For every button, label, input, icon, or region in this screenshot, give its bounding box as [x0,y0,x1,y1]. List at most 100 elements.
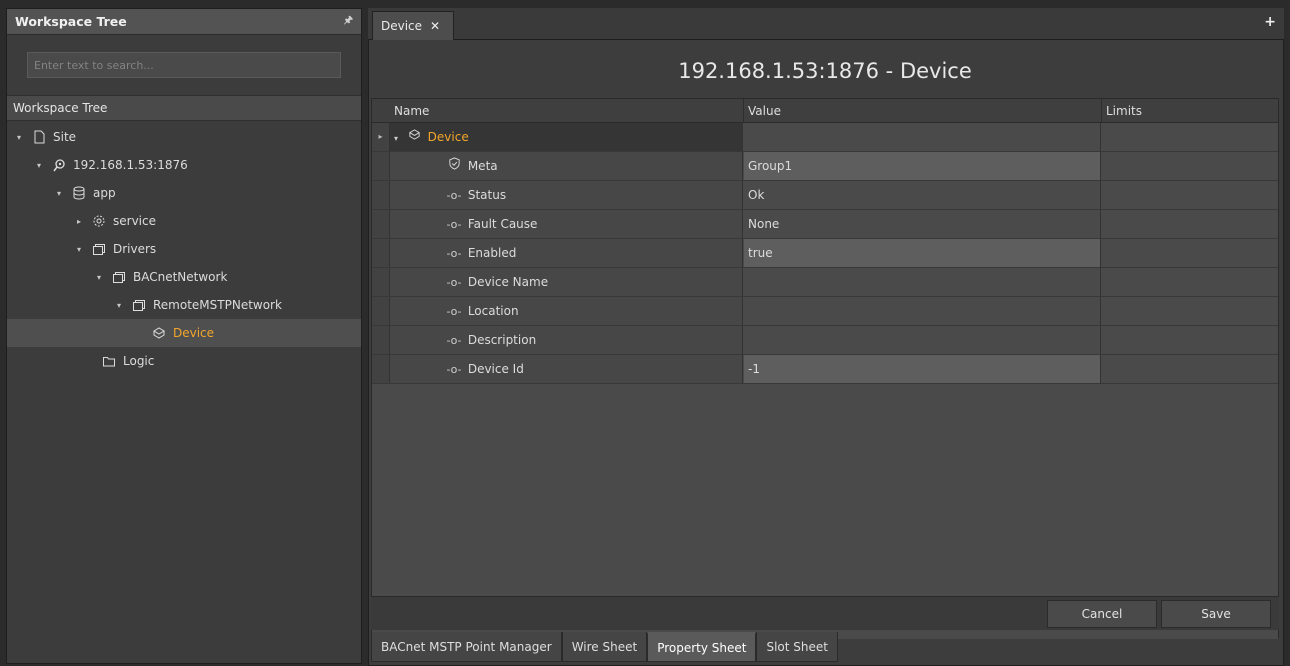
value-cell[interactable]: true [744,239,1101,267]
table-row[interactable]: -o- Status Ok [372,181,1278,210]
expand-arrow-icon[interactable]: ▾ [53,189,65,198]
limits-cell [1102,239,1278,267]
slot-icon: -o- [446,189,462,202]
tree-node-label: BACnetNetwork [133,270,228,284]
column-header-value[interactable]: Value [744,99,1102,123]
row-name: Enabled [467,246,517,260]
slot-icon: -o- [446,247,462,260]
slot-icon: -o- [446,218,462,231]
row-name: Status [467,188,507,202]
tab-bacnet-mstp-point-manager[interactable]: BACnet MSTP Point Manager [371,632,562,662]
table-row[interactable]: -o- Fault Cause None [372,210,1278,239]
name-cell: -o- Location [390,297,743,325]
tree-node-site[interactable]: ▾ Site [7,123,361,151]
tree-node-label: Logic [123,354,155,368]
tree-node-label: Drivers [113,242,157,256]
panel-title: Workspace Tree [15,14,127,29]
slot-icon: -o- [446,305,462,318]
limits-cell [1102,181,1278,209]
tree-node-service[interactable]: ▸ service [7,207,361,235]
tree-node-device[interactable]: Device [7,319,361,347]
row-gutter [372,297,390,325]
expand-arrow-icon[interactable]: ▾ [73,245,85,254]
search-area [7,35,361,95]
name-cell: -o- Enabled [390,239,743,267]
row-gutter [372,326,390,354]
value-cell[interactable]: Group1 [744,152,1101,180]
table-row[interactable]: -o- Enabled true [372,239,1278,268]
table-row[interactable]: -o- Description [372,326,1278,355]
tree-node-drivers[interactable]: ▾ Drivers [7,235,361,263]
tab-slot-sheet[interactable]: Slot Sheet [756,632,838,662]
slot-icon: -o- [446,276,462,289]
slot-icon: -o- [446,363,462,376]
name-cell: -o- Device Name [390,268,743,296]
pin-icon[interactable]: 🖈 [344,13,353,30]
table-row[interactable]: ▸ ▾ Device [372,123,1278,152]
stack-icon [91,241,107,257]
button-bar: Cancel Save [371,596,1279,630]
panel-header: Workspace Tree 🖈 [7,9,361,35]
tree-node-logic[interactable]: Logic [7,347,361,375]
limits-cell [1102,297,1278,325]
grid-header: Name Value Limits [372,99,1278,123]
tree-node-label: Device [173,326,215,340]
page-icon [31,129,47,145]
expand-arrow-icon[interactable]: ▾ [113,301,125,310]
row-gutter [372,181,390,209]
row-gutter [372,210,390,238]
table-row[interactable]: -o- Device Name [372,268,1278,297]
value-cell [744,123,1101,151]
tree-node-label: 192.168.1.53:1876 [73,158,188,172]
tree-node-bacnet-network[interactable]: ▾ BACnetNetwork [7,263,361,291]
limits-cell [1102,152,1278,180]
expand-arrow-icon[interactable]: ▾ [390,125,402,153]
name-cell: ▾ Device [390,123,743,151]
row-name: Device Id [467,362,524,376]
column-header-limits[interactable]: Limits [1102,99,1278,123]
value-cell[interactable]: -1 [744,355,1101,383]
limits-cell [1102,210,1278,238]
value-cell: Ok [744,181,1101,209]
save-button[interactable]: Save [1161,600,1271,628]
expand-arrow-icon[interactable]: ▾ [33,161,45,170]
name-cell: -o- Device Id [390,355,743,383]
expand-arrow-icon[interactable]: ▾ [13,133,25,142]
row-gutter [372,268,390,296]
value-cell[interactable] [744,326,1101,354]
tree-node-app[interactable]: ▾ app [7,179,361,207]
shield-check-icon [444,153,464,181]
expand-arrow-icon[interactable]: ▾ [93,273,105,282]
search-input[interactable] [27,52,341,78]
name-cell: -o- Description [390,326,743,354]
document-tab-bar: Device ✕ + [368,8,1284,40]
tree-node-remote-mstp-network[interactable]: ▾ RemoteMSTPNetwork [7,291,361,319]
row-name: Device [427,130,469,144]
limits-cell [1102,123,1278,151]
tab-device[interactable]: Device ✕ [372,11,454,40]
row-gutter [372,239,390,267]
name-cell: Meta [390,152,743,180]
property-grid: Name Value Limits ▸ ▾ Device Meta Group1 [371,98,1279,639]
cancel-button[interactable]: Cancel [1047,600,1157,628]
column-header-name[interactable]: Name [390,99,744,123]
row-name: Fault Cause [467,217,538,231]
tab-wire-sheet[interactable]: Wire Sheet [561,632,648,662]
connection-icon [51,157,67,173]
limits-cell [1102,355,1278,383]
table-row[interactable]: Meta Group1 [372,152,1278,181]
tree-node-label: service [113,214,156,228]
tab-property-sheet[interactable]: Property Sheet [647,632,757,662]
value-cell[interactable] [744,268,1101,296]
value-cell[interactable] [744,297,1101,325]
name-cell: -o- Status [390,181,743,209]
table-row[interactable]: -o- Device Id -1 [372,355,1278,384]
close-icon[interactable]: ✕ [430,19,440,33]
value-cell: None [744,210,1101,238]
plus-icon[interactable]: + [1264,14,1276,30]
tree-node-station[interactable]: ▾ 192.168.1.53:1876 [7,151,361,179]
collapse-arrow-icon[interactable]: ▸ [73,217,85,226]
table-row[interactable]: -o- Location [372,297,1278,326]
tab-label: Device [381,19,423,33]
row-expand-arrow-icon[interactable]: ▸ [372,123,390,151]
